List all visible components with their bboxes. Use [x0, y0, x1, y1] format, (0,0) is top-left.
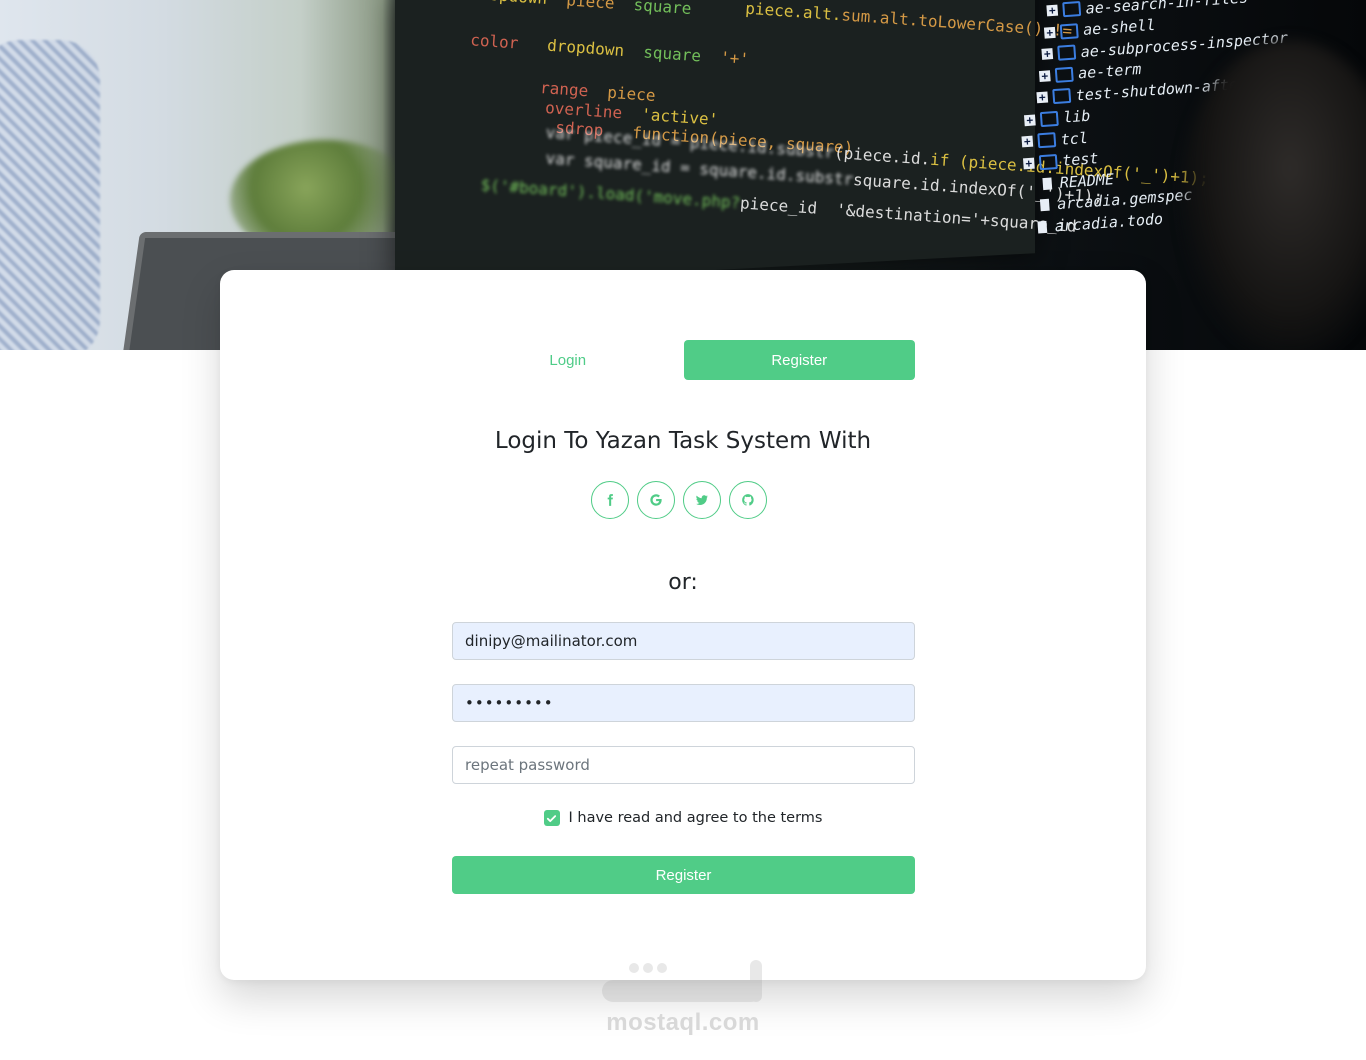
- folder-icon: [1052, 88, 1072, 105]
- facebook-login-button[interactable]: [591, 481, 629, 519]
- social-login-buttons: [591, 481, 767, 519]
- checkmark-icon: [546, 814, 557, 822]
- tab-login[interactable]: Login: [452, 340, 684, 380]
- folder-icon: [1037, 132, 1057, 149]
- folder-icon: [1057, 44, 1077, 61]
- register-button[interactable]: Register: [452, 856, 915, 894]
- terms-checkbox[interactable]: [543, 810, 560, 826]
- twitter-login-button[interactable]: [683, 481, 721, 519]
- folder-icon: [1054, 66, 1074, 83]
- google-icon: [650, 494, 662, 506]
- google-login-button[interactable]: [637, 481, 675, 519]
- folder-icon: [1059, 23, 1079, 40]
- file-icon: [1039, 198, 1050, 212]
- auth-tabs: Login Register: [452, 340, 915, 380]
- tab-register[interactable]: Register: [683, 340, 915, 380]
- terms-row: I have read and agree to the terms: [220, 810, 1146, 826]
- github-login-button[interactable]: [729, 481, 767, 519]
- file-icon: [1042, 177, 1053, 190]
- watermark-text: mostaql.com: [606, 1009, 760, 1036]
- terms-label[interactable]: I have read and agree to the terms: [569, 810, 823, 826]
- file-icon: [1037, 220, 1048, 234]
- facebook-icon: [607, 494, 613, 506]
- or-separator: or:: [668, 570, 698, 595]
- watermark-logo: [602, 960, 762, 1002]
- background-person: [0, 40, 100, 350]
- twitter-icon: [696, 495, 708, 506]
- page: dropdown piece square piece.alt.sum.alt.…: [0, 0, 1366, 1060]
- folder-icon: [1062, 1, 1082, 18]
- folder-icon: [1039, 110, 1059, 127]
- email-field[interactable]: [452, 622, 915, 660]
- page-title: Login To Yazan Task System With: [494, 428, 872, 454]
- password-field[interactable]: [452, 684, 915, 722]
- github-icon: [742, 494, 754, 506]
- folder-icon: [1038, 153, 1058, 171]
- auth-card: Login Register Login To Yazan Task Syste…: [220, 270, 1146, 980]
- repeat-password-field[interactable]: [452, 746, 915, 784]
